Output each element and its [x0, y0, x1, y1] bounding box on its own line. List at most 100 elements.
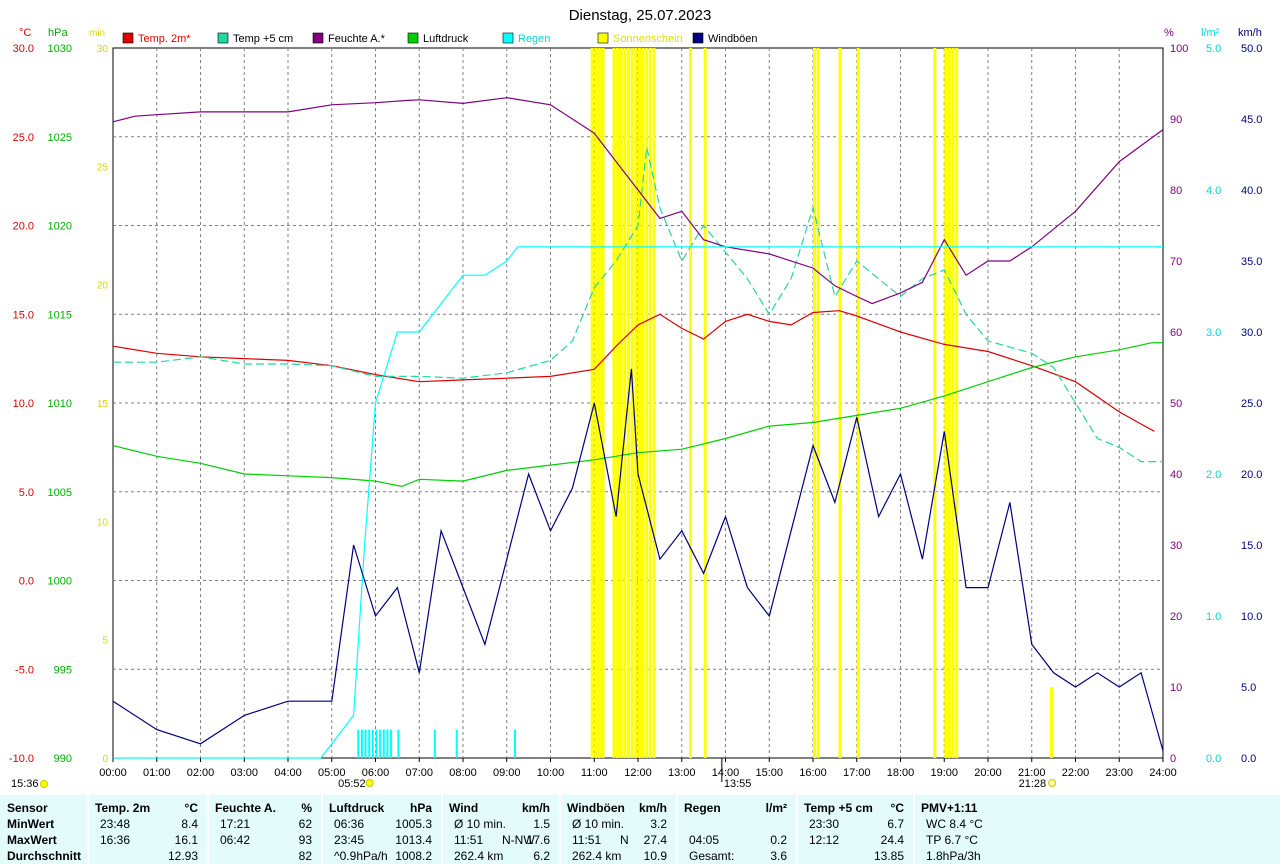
stats-column-title: Wind — [449, 801, 479, 815]
time-tick-label: 20:00 — [974, 767, 1002, 779]
humidity-tick-label: 70 — [1170, 256, 1182, 268]
stats-cell-label: 11:51 — [572, 833, 602, 847]
rain-tick-label: 4.0 — [1206, 185, 1221, 197]
wind-tick-label: 15.0 — [1241, 540, 1262, 552]
stats-column: Luftdruck hPa 06:36 1005.3 23:45 1013.4 ^0.9hP… — [322, 795, 442, 864]
left-time-label: 15:36 — [11, 778, 39, 790]
pressure-axis-unit: hPa — [48, 27, 68, 39]
pressure-tick-label: 1000 — [48, 576, 72, 588]
stats-divider — [87, 795, 89, 864]
time-tick-label: 12:00 — [624, 767, 652, 779]
sunshine-tick-label: 15 — [97, 399, 109, 410]
legend-label: Windböen — [708, 33, 758, 45]
sunshine-bar — [703, 48, 707, 758]
rain-tick-label: 5.0 — [1206, 43, 1221, 55]
stats-cell-label: Ø 10 min. — [572, 817, 625, 831]
stats-cell-direction: N — [620, 833, 629, 847]
stats-column-unit: °C — [184, 801, 198, 815]
sunshine-bar — [619, 48, 623, 758]
stats-cell-label: 23:30 — [809, 817, 840, 831]
sunshine-bar — [955, 48, 959, 758]
wind-tick-label: 30.0 — [1241, 327, 1262, 339]
stats-column: PMV+1:11 WC 8.4 °C TP 6.7 °C 1.8hPa/3h — [914, 795, 1034, 864]
legend-swatch — [407, 32, 419, 44]
sunset-label: 21:28 — [1019, 778, 1047, 790]
stats-cell-value: 0.2 — [770, 833, 787, 847]
humidity-tick-label: 90 — [1170, 114, 1182, 126]
stats-cell-label: 23:45 — [334, 833, 365, 847]
stats-cell-label: Gesamt: — [689, 849, 735, 863]
rain-tick-label: 0.0 — [1206, 753, 1221, 765]
sunshine-bar — [597, 48, 601, 758]
humidity-tick-label: 40 — [1170, 469, 1182, 481]
sunshine-bar — [616, 48, 620, 758]
time-tick-label: 19:00 — [930, 767, 958, 779]
stats-column-unit: km/h — [638, 801, 667, 815]
sunshine-tick-label: 25 — [97, 162, 109, 173]
humidity-tick-label: 60 — [1170, 327, 1182, 339]
rain-bar — [360, 729, 363, 758]
temp-tick-label: 0.0 — [19, 576, 34, 588]
humidity-axis-unit: % — [1164, 27, 1174, 39]
stats-column-unit: l/m² — [765, 801, 787, 815]
rain-tick-label: 3.0 — [1206, 327, 1221, 339]
stats-divider — [207, 795, 209, 864]
legend-swatch — [502, 32, 514, 44]
sunshine-tick-label: 10 — [97, 517, 109, 528]
legend-swatch — [597, 32, 609, 44]
stats-column: Wind km/h Ø 10 min. 1.5 11:51 N-NW 17.6 262.4 k… — [442, 795, 560, 864]
stats-divider — [321, 795, 323, 864]
legend-swatch — [122, 32, 134, 44]
sunshine-bar — [623, 48, 627, 758]
rain-bar — [386, 729, 389, 758]
sunshine-bar — [641, 48, 645, 758]
rain-axis-unit: l/m² — [1201, 27, 1220, 39]
temp-axis-unit: °C — [19, 27, 31, 39]
time-tick-label: 06:00 — [362, 767, 390, 779]
chart-title: Dienstag, 25.07.2023 — [569, 7, 712, 24]
stats-cell-label: 06:42 — [220, 833, 251, 847]
legend-swatch — [217, 32, 229, 44]
temp-tick-label: 5.0 — [19, 487, 34, 499]
humidity-tick-label: 50 — [1170, 398, 1182, 410]
sunshine-bar — [601, 48, 605, 758]
time-tick-label: 17:00 — [843, 767, 871, 779]
stats-cell-label: TP 6.7 °C — [926, 833, 978, 847]
stats-cell-label: 12:12 — [809, 833, 840, 847]
stats-cell-label: MaxWert — [7, 833, 57, 847]
pressure-tick-label: 1010 — [48, 398, 72, 410]
stats-cell-label: 06:36 — [334, 817, 365, 831]
weather-chart: 30.025.020.015.010.05.00.0-5.0-10.010301… — [9, 7, 1263, 790]
time-tick-label: 03:00 — [230, 767, 258, 779]
time-tick-label: 15:00 — [755, 767, 783, 779]
stats-cell-value: 16.1 — [174, 833, 198, 847]
stats-column: Windböen km/h Ø 10 min. 3.2 11:51 N 27.4 262.4 … — [560, 795, 677, 864]
stats-cell-label: 1.8hPa/3h — [926, 849, 981, 863]
wind-tick-label: 0.0 — [1241, 753, 1256, 765]
wind-tick-label: 35.0 — [1241, 256, 1262, 268]
stats-cell-value: 10.9 — [643, 849, 667, 863]
wind-tick-label: 20.0 — [1241, 469, 1262, 481]
legend-label: Regen — [518, 33, 550, 45]
temp-tick-label: 30.0 — [13, 43, 34, 55]
stats-column: Sensor MinWert MaxWert Durchschnitt — [0, 795, 88, 864]
stats-column-title: Feuchte A. — [215, 801, 276, 815]
stats-column: Temp +5 cm °C 23:30 6.7 12:12 24.4 13.85 — [797, 795, 914, 864]
stats-cell-value: 13.85 — [873, 849, 904, 863]
sunshine-bar — [816, 48, 820, 758]
stats-cell-label: WC 8.4 °C — [926, 817, 983, 831]
time-tick-label: 04:00 — [274, 767, 302, 779]
stats-cell-label: ^0.9hPa/h — [334, 849, 388, 863]
stats-column-title: Windböen — [567, 801, 625, 815]
temp-tick-label: -5.0 — [15, 664, 34, 676]
pressure-tick-label: 1025 — [48, 132, 72, 144]
sunshine-bar — [856, 48, 860, 758]
sunshine-bar — [652, 48, 656, 758]
temp-tick-label: 25.0 — [13, 132, 34, 144]
pressure-tick-label: 1020 — [48, 221, 72, 233]
stats-cell-label: 262.4 km — [454, 849, 504, 863]
legend-label: Temp +5 cm — [233, 33, 293, 45]
sunshine-bar — [638, 48, 641, 758]
sunshine-bar — [590, 48, 594, 758]
stats-divider — [676, 795, 678, 864]
